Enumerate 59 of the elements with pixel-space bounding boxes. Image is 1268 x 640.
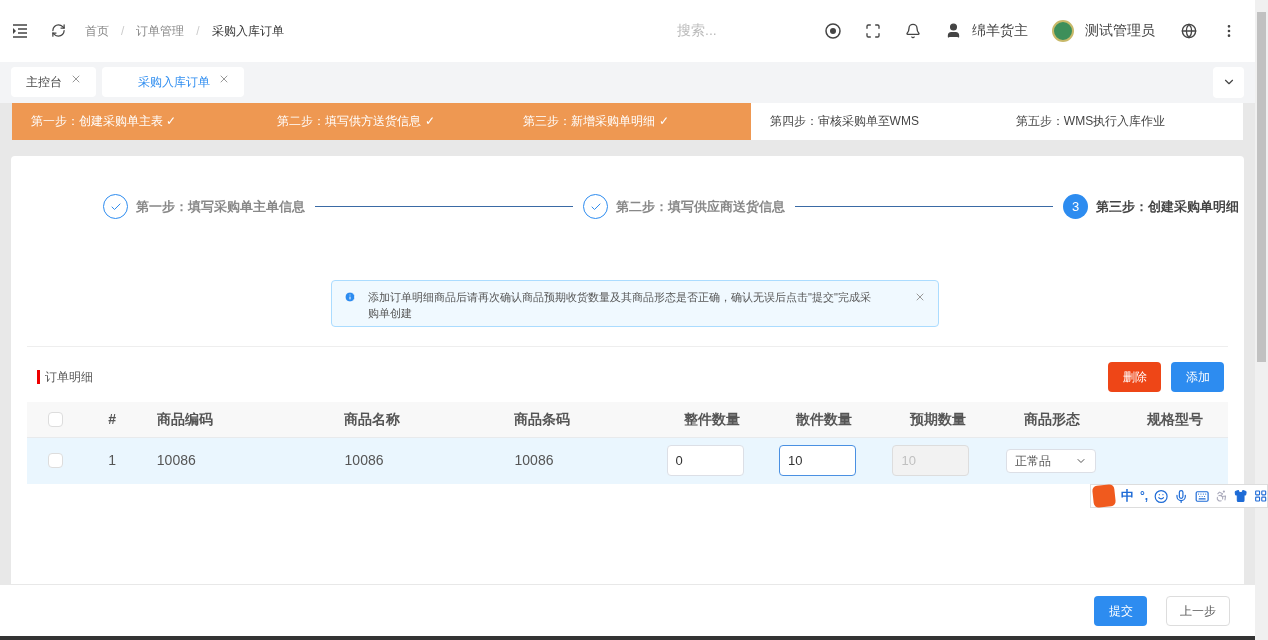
column-header: #: [108, 411, 116, 428]
table-cell-text: 10086: [344, 451, 384, 471]
alert-message: 添加订单明细商品后请再次确认商品预期收货数量及其商品形态是否正确，确认无误后点击"提交"完成采购单创建: [368, 289, 872, 321]
row-checkbox[interactable]: [48, 453, 64, 469]
section-title: 订单明细: [45, 369, 93, 387]
breadcrumb-item[interactable]: 订单管理: [136, 21, 185, 40]
select-all-checkbox[interactable]: [48, 411, 64, 427]
microphone-icon[interactable]: [1174, 488, 1189, 504]
avatar[interactable]: [1052, 19, 1074, 42]
search-field[interactable]: 搜索...: [677, 20, 797, 42]
menu-icon[interactable]: [12, 23, 28, 38]
table-cell-text: 10086: [514, 451, 554, 471]
input-mode-toggle[interactable]: 中: [1121, 486, 1134, 506]
column-header: 商品条码: [514, 411, 571, 428]
back-button[interactable]: 上一步: [1166, 595, 1230, 626]
progress-segment: 第一步：创建采购单主表 ✓: [12, 102, 259, 140]
add-button[interactable]: 添加: [1171, 362, 1224, 393]
step-title: 第二步：填写供应商送货信息: [616, 198, 785, 217]
status-select[interactable]: 正常品: [1005, 448, 1096, 473]
keyboard-icon[interactable]: [1194, 488, 1209, 504]
owner-name[interactable]: 绵羊货主: [972, 20, 1028, 42]
language-icon[interactable]: [1181, 22, 1197, 39]
grid-icon[interactable]: [1253, 489, 1267, 503]
quantity-field[interactable]: 10: [779, 445, 856, 477]
info-icon: [344, 290, 356, 303]
progress-segment: 第二步：填写供方送货信息 ✓: [258, 102, 505, 140]
breadcrumb-item[interactable]: 首页: [85, 21, 109, 40]
column-header: 商品名称: [344, 411, 401, 428]
page-tab[interactable]: 主控台: [11, 67, 96, 98]
bell-icon[interactable]: [905, 22, 921, 39]
refresh-icon[interactable]: [51, 23, 66, 39]
ime-logo-icon[interactable]: [1091, 483, 1117, 509]
delete-button[interactable]: 删除: [1108, 362, 1161, 393]
scrollbar[interactable]: [1255, 0, 1268, 640]
user-name[interactable]: 测试管理员: [1085, 20, 1155, 42]
step-title: 第三步：创建采购单明细: [1096, 198, 1239, 217]
column-header: 规格型号: [1147, 411, 1204, 428]
progress-segment: 第三步：新增采购单明细 ✓: [504, 102, 751, 140]
user-icon: [945, 22, 962, 40]
emoji-icon[interactable]: [1154, 488, 1169, 504]
step-number: 3: [1063, 194, 1088, 220]
target-icon[interactable]: [825, 22, 841, 39]
shirt-icon[interactable]: [1234, 489, 1248, 503]
column-header: 商品形态: [1023, 411, 1080, 428]
column-header: 散件数量: [796, 411, 853, 428]
column-header: 预期数量: [910, 411, 967, 428]
punctuation-toggle[interactable]: °,: [1140, 487, 1149, 505]
breadcrumb-item: 采购入库订单: [211, 22, 284, 40]
column-header: 商品编码: [156, 411, 213, 428]
submit-button[interactable]: 提交: [1094, 595, 1147, 626]
fullscreen-icon[interactable]: [865, 22, 881, 39]
breadcrumb-separator: /: [121, 22, 125, 40]
table-cell-text: 10086: [156, 451, 196, 471]
table-cell-text: 1: [108, 451, 117, 471]
step-title: 第一步：填写采购单主单信息: [136, 198, 305, 217]
quantity-field[interactable]: 0: [666, 445, 744, 477]
column-header: 整件数量: [683, 411, 740, 428]
page-tab[interactable]: 采购入库订单: [102, 67, 244, 98]
breadcrumb-separator: /: [196, 22, 200, 40]
